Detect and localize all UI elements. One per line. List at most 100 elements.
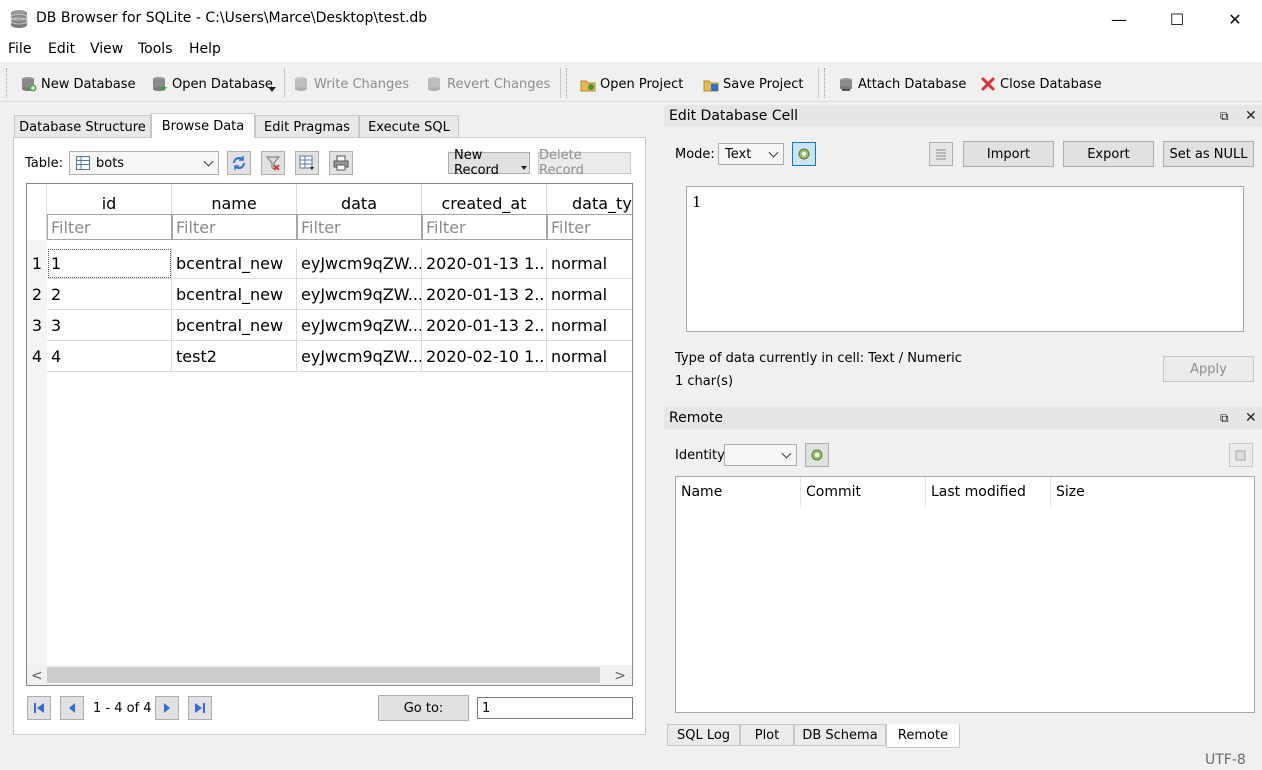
mode-select[interactable]: Text [718,143,784,165]
apply-button[interactable]: Apply [1163,356,1254,382]
remote-column-last-modified[interactable]: Last modified [926,477,1051,507]
maximize-button[interactable]: ☐ [1148,0,1206,38]
table-cell[interactable]: 2 [47,279,172,310]
clear-filters-button[interactable] [261,151,285,175]
table-cell[interactable]: eyJwcm9qZW... [297,341,422,372]
table-cell[interactable]: 2020-02-10 1... [422,341,547,372]
tab-remote[interactable]: Remote [886,724,960,748]
next-record-button[interactable] [155,696,179,720]
table-select[interactable]: bots [69,151,219,175]
table-cell[interactable]: eyJwcm9qZW... [297,248,422,279]
toolbar-grip[interactable] [824,68,827,98]
table-cell[interactable]: normal [547,341,633,372]
table-cell[interactable]: bcentral_new [172,310,297,341]
table-cell[interactable]: bcentral_new [172,279,297,310]
tab-plot[interactable]: Plot [740,724,794,746]
table-cell[interactable]: bcentral_new [172,248,297,279]
close-dock-icon[interactable]: ✕ [1245,108,1257,124]
menu-tools[interactable]: Tools [138,41,173,57]
remote-column-name[interactable]: Name [676,477,801,507]
auto-switch-mode-button[interactable] [792,142,816,166]
column-header-id[interactable]: id [47,184,172,214]
horizontal-scrollbar[interactable]: < > [27,665,632,685]
float-dock-icon[interactable]: ⧉ [1220,411,1229,426]
refresh-button[interactable] [227,151,251,175]
attach-database-button[interactable]: Attach Database [838,74,966,94]
print-button[interactable] [329,151,353,175]
identity-settings-button[interactable] [805,443,829,467]
table-cell[interactable]: 2020-01-13 1... [422,248,547,279]
column-header-data[interactable]: data [297,184,422,214]
table-cell[interactable]: normal [547,248,633,279]
remote-column-commit[interactable]: Commit [801,477,926,507]
remote-dock-header[interactable]: Remote [664,407,1262,429]
filter-input-id[interactable]: Filter [47,214,172,240]
table-cell[interactable]: 2020-01-13 2... [422,279,547,310]
scroll-right-icon[interactable]: > [614,668,626,684]
table-cell[interactable]: eyJwcm9qZW... [297,310,422,341]
row-header[interactable]: 3 [27,310,47,341]
tab-execute-sql[interactable]: Execute SQL [359,115,459,138]
close-database-button[interactable]: Close Database [980,74,1102,94]
column-header-data-type[interactable]: data_typ [547,184,633,214]
table-cell[interactable]: 1 [47,248,172,279]
write-changes-button[interactable]: Write Changes [294,74,409,94]
export-button[interactable]: Export [1063,141,1154,167]
toolbar-grip[interactable] [6,68,9,98]
tab-db-schema[interactable]: DB Schema [794,724,886,746]
first-record-button[interactable] [27,696,51,720]
new-record-button[interactable]: New Record [448,152,530,174]
last-record-button[interactable] [188,696,212,720]
set-as-null-button[interactable]: Set as NULL [1163,141,1254,167]
tab-browse-data[interactable]: Browse Data [151,113,255,138]
table-cell[interactable]: normal [547,310,633,341]
table-cell[interactable]: 2020-01-13 2... [422,310,547,341]
menu-help[interactable]: Help [189,41,221,57]
revert-changes-button[interactable]: Revert Changes [427,74,550,94]
column-header-name[interactable]: name [172,184,297,214]
new-database-button[interactable]: New Database [21,74,136,94]
table-cell[interactable]: 3 [47,310,172,341]
remote-file-list[interactable]: Name Commit Last modified Size [675,476,1255,713]
toolbar-grip[interactable] [566,68,569,98]
minimize-button[interactable]: — [1090,0,1148,38]
edit-cell-dock-header[interactable]: Edit Database Cell [664,105,1262,127]
previous-record-button[interactable] [60,696,84,720]
filter-input-data-type[interactable]: Filter [547,214,633,240]
menu-view[interactable]: View [90,41,123,57]
tab-edit-pragmas[interactable]: Edit Pragmas [255,115,359,138]
table-cell[interactable]: normal [547,279,633,310]
row-header[interactable]: 4 [27,341,47,372]
close-window-button[interactable]: ✕ [1206,0,1262,38]
scroll-left-icon[interactable]: < [31,668,43,684]
go-to-input[interactable]: 1 [477,697,633,719]
delete-record-button[interactable]: Delete Record [538,152,631,174]
filter-input-data[interactable]: Filter [297,214,422,240]
table-cell[interactable]: eyJwcm9qZW... [297,279,422,310]
tab-database-structure[interactable]: Database Structure [14,115,151,138]
open-project-button[interactable]: Open Project [580,74,683,94]
save-project-button[interactable]: Save Project [703,74,804,94]
word-wrap-button[interactable] [929,142,953,166]
open-database-dropdown-arrow[interactable] [268,87,276,92]
identity-select[interactable] [724,444,797,466]
grid-corner[interactable] [27,184,47,240]
close-dock-icon[interactable]: ✕ [1245,410,1257,426]
column-header-created-at[interactable]: created_at [422,184,547,214]
menu-edit[interactable]: Edit [48,41,75,57]
push-database-button[interactable] [1229,443,1253,467]
table-cell[interactable]: test2 [172,341,297,372]
table-cell[interactable]: 4 [47,341,172,372]
filter-input-created-at[interactable]: Filter [422,214,547,240]
float-dock-icon[interactable]: ⧉ [1220,109,1229,124]
menu-file[interactable]: File [8,41,31,57]
go-to-button[interactable]: Go to: [378,695,469,721]
save-table-button[interactable] [295,151,319,175]
import-button[interactable]: Import [963,141,1054,167]
remote-column-size[interactable]: Size [1051,477,1176,507]
open-database-button[interactable]: Open Database [152,74,273,94]
row-header[interactable]: 2 [27,279,47,310]
tab-sql-log[interactable]: SQL Log [667,724,740,746]
cell-editor-textarea[interactable]: 1 [686,186,1244,332]
scrollbar-thumb[interactable] [47,667,600,683]
